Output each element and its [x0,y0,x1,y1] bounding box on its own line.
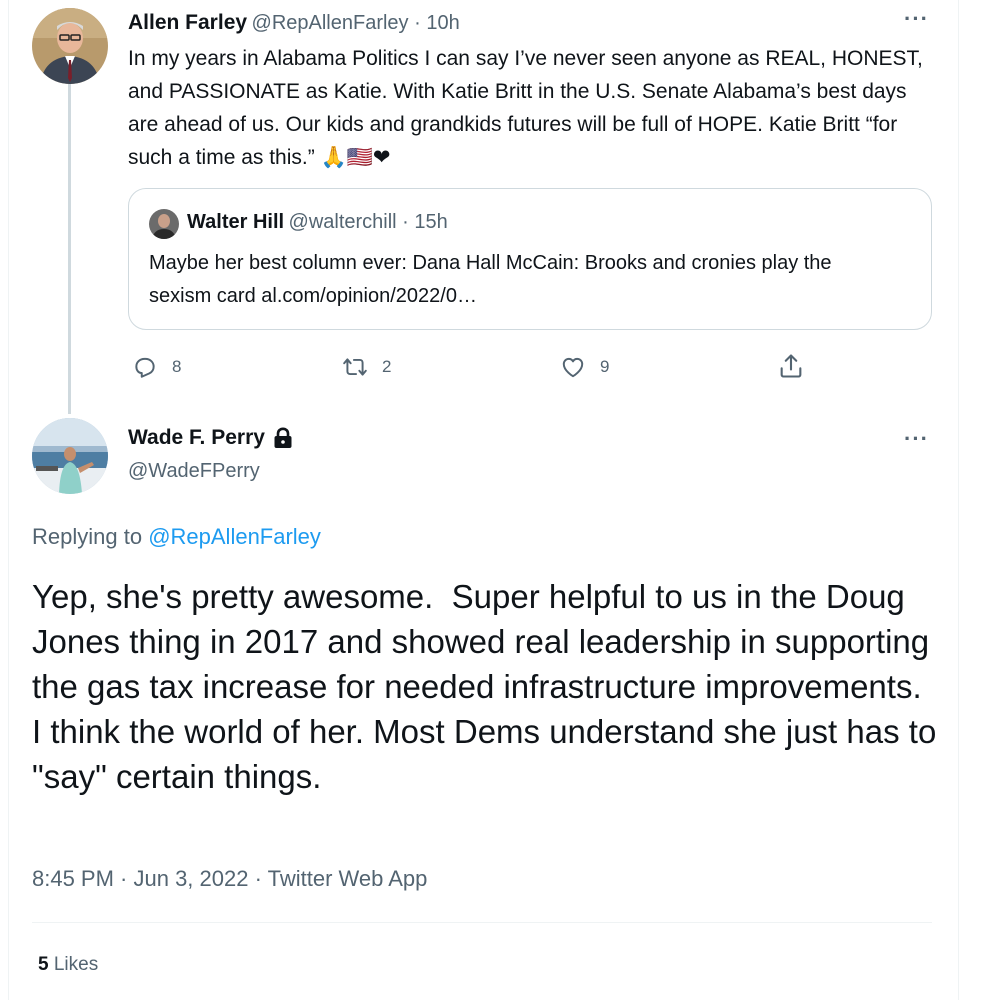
retweet-count: 2 [382,357,392,376]
more-horizontal-icon[interactable]: ··· [904,6,929,32]
like-count: 9 [600,357,610,376]
wade-perry-avatar[interactable] [32,418,108,494]
thread-connector-line [68,84,71,414]
quote-header: Walter Hill @walterchill · 15h [187,211,448,234]
parent-author-name[interactable]: Allen Farley [128,11,247,34]
share-button[interactable] [777,352,805,380]
quote-author-name: Walter Hill [187,211,285,233]
left-border [8,0,9,1000]
parent-tweet-text: In my years in Alabama Politics I can sa… [128,47,923,169]
retweet-button[interactable]: 2 [342,354,391,380]
main-author-row: Wade F. Perry [128,426,295,450]
reply-count: 8 [172,357,182,376]
parent-tweet-header: Allen Farley @RepAllenFarley · 10h [128,11,460,35]
like-button[interactable]: 9 [560,354,609,380]
more-horizontal-icon[interactable]: ··· [904,426,929,452]
main-tweet-text: Yep, she's pretty awesome. Super helpful… [32,578,950,795]
likes-label: Likes [48,954,99,975]
quote-text: Maybe her best column ever: Dana Hall Mc… [149,252,832,307]
like-icon [562,357,584,378]
share-icon [780,354,802,378]
replying-to-mention-link[interactable]: @RepAllenFarley [148,524,321,549]
reply-icon [135,357,155,378]
retweet-icon [343,358,367,376]
replying-to-line: Replying to @RepAllenFarley [32,524,321,550]
quote-handle-time: @walterchill · 15h [288,211,448,233]
main-handle[interactable]: @WadeFPerry [128,460,260,483]
parent-tweet-text-block: In my years in Alabama Politics I can sa… [128,42,938,174]
replying-to-prefix: Replying to [32,524,149,549]
main-author-name[interactable]: Wade F. Perry [128,426,265,450]
tweet-timestamp[interactable]: 8:45 PM · Jun 3, 2022 · Twitter Web App [32,866,427,892]
right-border [958,0,959,1000]
allen-farley-avatar[interactable] [32,8,108,84]
walter-hill-avatar [149,209,179,239]
divider [32,922,932,923]
parent-handle-time[interactable]: @RepAllenFarley · 10h [252,12,460,34]
likes-count-link[interactable]: 5 Likes [38,954,98,976]
lock-icon [274,427,292,448]
parent-tweet-emoji: 🙏🇺🇸❤ [320,146,391,169]
quoted-tweet-card[interactable]: Walter Hill @walterchill · 15h Maybe her… [128,188,932,330]
reply-button[interactable]: 8 [132,354,181,380]
likes-count: 5 [38,954,49,975]
